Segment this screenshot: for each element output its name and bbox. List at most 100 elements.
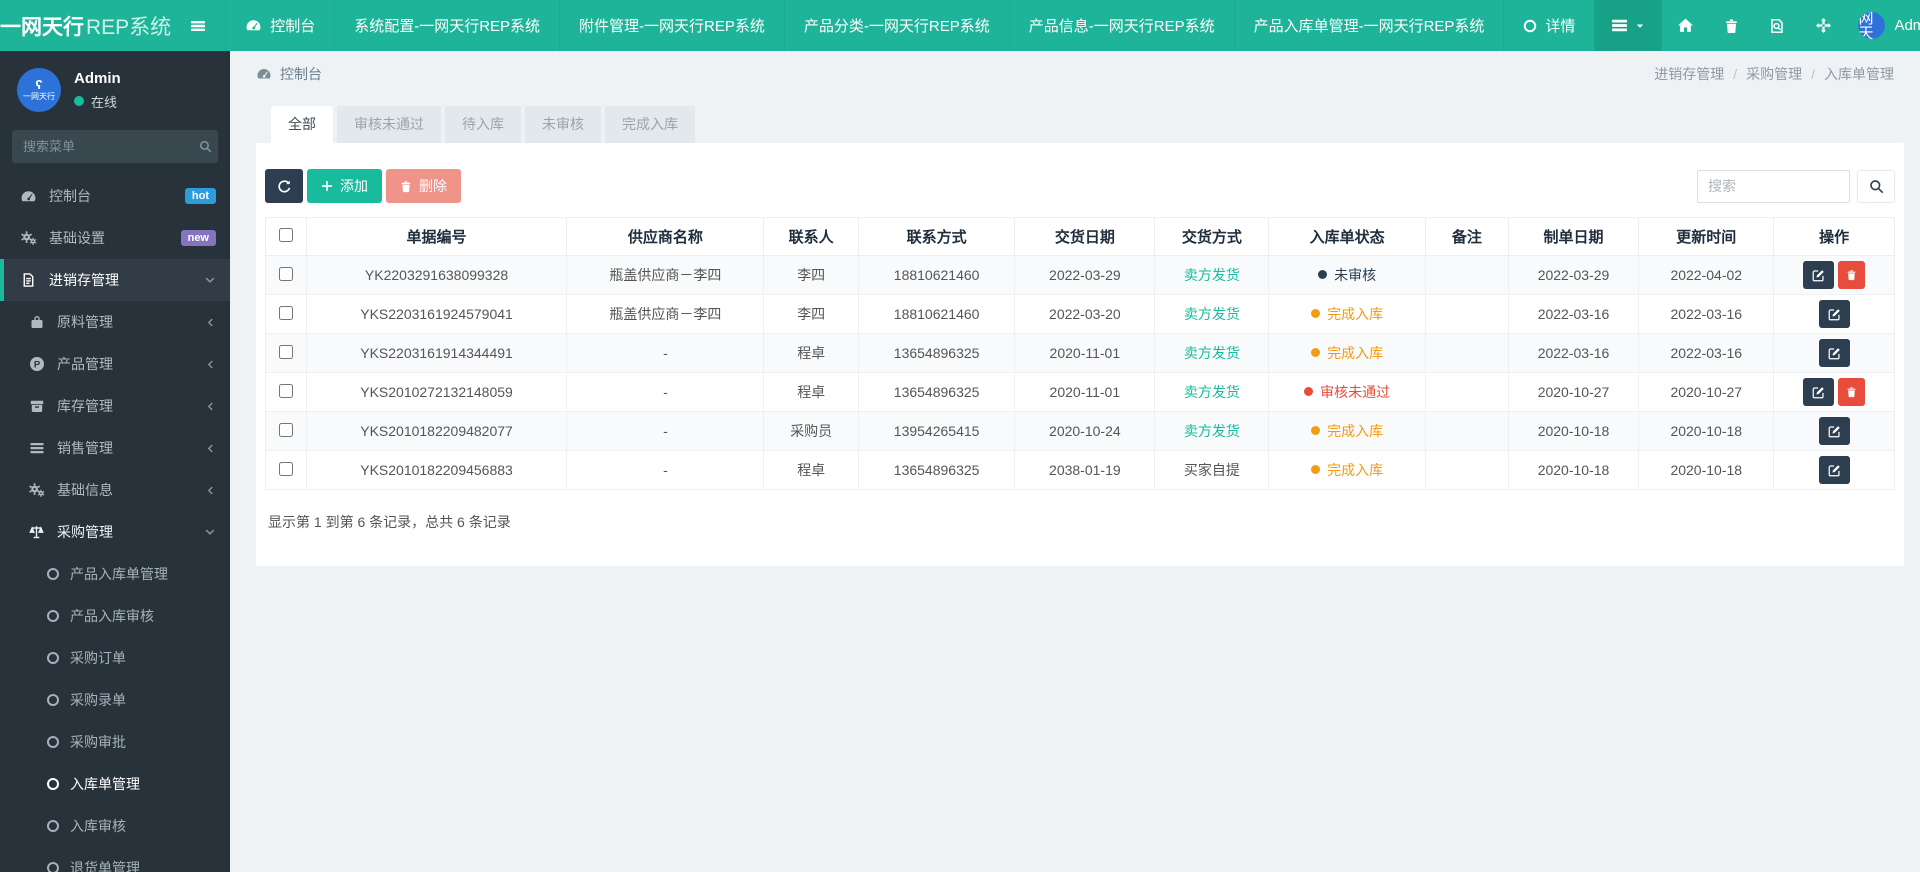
cell-order-no: YKS2010182209482077 (305, 411, 568, 451)
cell-contact: 程卓 (763, 372, 859, 412)
table-search-input[interactable] (1697, 169, 1850, 203)
avatar: 一网天行 (1858, 12, 1886, 39)
col-phone: 联系方式 (857, 217, 1016, 256)
cell-phone: 13654896325 (857, 450, 1016, 490)
breadcrumb-separator: / (1733, 66, 1738, 82)
status-dot-icon (1311, 309, 1321, 318)
fullscreen-button[interactable] (1800, 0, 1846, 51)
tab-completed-in[interactable]: 完成入库 (605, 106, 695, 143)
nav-tab-label: 产品分类-一网天行REP系统 (803, 18, 990, 35)
table-search-button[interactable] (1857, 169, 1895, 203)
refresh-button[interactable] (265, 169, 303, 203)
sidebar-search-input[interactable] (23, 139, 199, 154)
navbar-right: 一网天行 Admin (1594, 0, 1920, 51)
nav-tab-system-config[interactable]: 系统配置-一网天行REP系统 (334, 0, 559, 51)
cell-updated-date: 2020-10-18 (1638, 450, 1775, 490)
row-checkbox[interactable] (278, 422, 293, 437)
file-icon (18, 272, 39, 288)
circle-o-icon (47, 610, 59, 622)
breadcrumb-item[interactable]: 采购管理 (1746, 64, 1802, 84)
user-menu[interactable]: 一网天行 Admin (1846, 12, 1920, 39)
sidebar-item-basic-info[interactable]: 基础信息 (0, 469, 230, 511)
row-delete-button[interactable] (1838, 378, 1866, 406)
file-search-button[interactable] (1754, 0, 1800, 51)
chevron-down-icon (204, 526, 216, 538)
cell-contact: 采购员 (763, 411, 859, 451)
sidebar-subitem-purchase-entry[interactable]: 采购录单 (0, 679, 230, 721)
nav-tab-dashboard[interactable]: 控制台 (225, 0, 334, 51)
edit-button[interactable] (1818, 456, 1850, 484)
row-delete-button[interactable] (1838, 261, 1866, 289)
bars-icon (1611, 17, 1628, 34)
cell-phone: 18810621460 (857, 255, 1016, 295)
sidebar-item-product-mgmt[interactable]: P 产品管理 (0, 343, 230, 385)
tab-pending-in[interactable]: 待入库 (445, 106, 521, 143)
edit-button[interactable] (1803, 261, 1835, 289)
sidebar-item-inventory-mgmt[interactable]: 进销存管理 (0, 259, 230, 301)
sidebar-item-raw-material[interactable]: 原料管理 (0, 301, 230, 343)
cell-created-date: 2022-03-29 (1507, 255, 1640, 295)
row-checkbox[interactable] (278, 266, 293, 281)
tab-all[interactable]: 全部 (271, 106, 333, 143)
sidebar-subitem-product-in-audit[interactable]: 产品入库审核 (0, 595, 230, 637)
nav-tab-detail[interactable]: 详情 (1503, 0, 1594, 51)
sidebar-subitem-product-in-order-mgmt[interactable]: 产品入库单管理 (0, 553, 230, 595)
sidebar-item-basic-settings[interactable]: 基础设置 new (0, 217, 230, 259)
nav-tab-product-info[interactable]: 产品信息-一网天行REP系统 (1008, 0, 1234, 51)
edit-button[interactable] (1818, 417, 1850, 445)
edit-button[interactable] (1818, 300, 1850, 328)
sidebar-toggle-button[interactable] (171, 0, 225, 51)
cell-contact: 程卓 (763, 450, 859, 490)
cell-phone: 18810621460 (857, 294, 1016, 334)
row-checkbox[interactable] (278, 344, 293, 359)
search-icon (199, 140, 212, 153)
row-checkbox[interactable] (278, 305, 293, 320)
nav-tab-warehouse-in-mgmt[interactable]: 产品入库单管理-一网天行REP系统 (1233, 0, 1504, 51)
breadcrumb-separator: / (1811, 66, 1815, 82)
table-row: YKS2010182209456883 - 程卓 13654896325 203… (265, 450, 1895, 490)
breadcrumb-item[interactable]: 进销存管理 (1654, 64, 1724, 84)
sidebar-user-name: Admin (74, 69, 121, 87)
sidebar-subitem-return-order-mgmt[interactable]: 退货单管理 (0, 847, 230, 872)
user-name: Admin (1894, 17, 1920, 34)
trash-icon (400, 180, 412, 193)
sidebar-search (12, 130, 218, 163)
col-status: 入库单状态 (1268, 217, 1426, 256)
top-navbar: 一网天行 REP系统 控制台 系统配置-一网天行REP系统 附件管理-一网天行R… (0, 0, 1920, 51)
add-button[interactable]: 添加 (307, 169, 382, 203)
sidebar-subitem-warehouse-in-mgmt[interactable]: 入库单管理 (0, 763, 230, 805)
sidebar-item-label: 基础设置 (49, 230, 105, 246)
tab-unaudited[interactable]: 未审核 (525, 106, 601, 143)
status-badge: 审核未通过 (1320, 384, 1391, 400)
status-dot-icon (1318, 270, 1328, 279)
brand-logo[interactable]: 一网天行 REP系统 (0, 0, 171, 51)
sidebar-item-dashboard[interactable]: 控制台 hot (0, 175, 230, 217)
sidebar-subitem-purchase-order[interactable]: 采购订单 (0, 637, 230, 679)
cell-remark (1424, 255, 1509, 295)
trash-button[interactable] (1708, 0, 1754, 51)
delete-button[interactable]: 删除 (386, 169, 461, 203)
toolbar: 添加 删除 (265, 169, 1895, 203)
sidebar-item-sales-mgmt[interactable]: 销售管理 (0, 427, 230, 469)
home-button[interactable] (1662, 0, 1708, 51)
circle-o-icon (47, 694, 59, 706)
breadcrumb-dashboard-link[interactable]: 控制台 (256, 64, 322, 84)
edit-button[interactable] (1803, 378, 1835, 406)
sidebar-subitem-label: 采购录单 (70, 692, 126, 708)
status-dot-icon (1304, 387, 1314, 396)
sidebar-subitem-purchase-approval[interactable]: 采购审批 (0, 721, 230, 763)
select-all-checkbox[interactable] (278, 227, 293, 242)
row-checkbox[interactable] (278, 461, 293, 476)
circle-o-icon (47, 736, 59, 748)
caret-down-icon (1635, 21, 1645, 31)
tabs-menu-dropdown[interactable] (1594, 0, 1663, 51)
nav-tab-attachments[interactable]: 附件管理-一网天行REP系统 (559, 0, 784, 51)
sidebar-subitem-warehouse-in-audit[interactable]: 入库审核 (0, 805, 230, 847)
nav-tab-product-category[interactable]: 产品分类-一网天行REP系统 (783, 0, 1009, 51)
tab-audit-rejected[interactable]: 审核未通过 (337, 106, 441, 143)
nav-tab-label: 产品入库单管理-一网天行REP系统 (1253, 18, 1485, 35)
sidebar-item-stock-mgmt[interactable]: 库存管理 (0, 385, 230, 427)
edit-button[interactable] (1818, 339, 1850, 367)
row-checkbox[interactable] (278, 383, 293, 398)
sidebar-item-purchase-mgmt[interactable]: 采购管理 (0, 511, 230, 553)
